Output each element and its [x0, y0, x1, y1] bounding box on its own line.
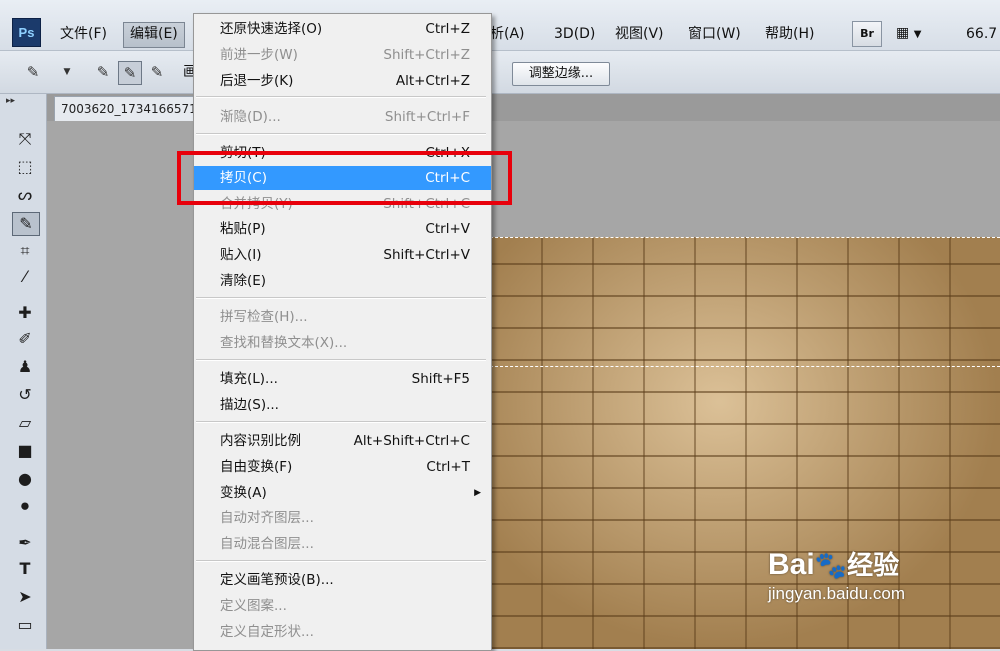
- menu-item-auto-align-layers[interactable]: 自动对齐图层...: [194, 506, 491, 530]
- document-tab[interactable]: 7003620_17341665714: [54, 96, 202, 121]
- eyedropper-tool-icon[interactable]: ⁄: [12, 266, 38, 288]
- menu-item-fill[interactable]: 填充(L)... Shift+F5: [194, 367, 491, 391]
- menu-separator: [196, 297, 486, 299]
- edit-menu-dropdown: 还原快速选择(O) Ctrl+Z 前进一步(W) Shift+Ctrl+Z 后退一步…: [193, 13, 492, 651]
- zoom-level[interactable]: 66.7: [966, 22, 997, 46]
- paw-icon: 🐾: [814, 550, 848, 580]
- submenu-arrow-icon: ▶: [474, 488, 481, 498]
- marquee-tool-icon[interactable]: ⬚: [12, 156, 38, 178]
- menu-separator: [196, 133, 486, 135]
- selection-marquee-top: [490, 237, 1000, 238]
- screen-mode-icon: ▦: [896, 25, 910, 41]
- baidu-url: jingyan.baidu.com: [768, 584, 906, 603]
- menu-item-paste[interactable]: 粘贴(P) Ctrl+V: [194, 217, 491, 241]
- dodge-tool-icon[interactable]: ⚫: [12, 496, 38, 518]
- menu-item-fade[interactable]: 渐隐(D)... Shift+Ctrl+F: [194, 105, 491, 129]
- menu-separator: [196, 560, 486, 562]
- menu-separator: [196, 359, 486, 361]
- photoshop-logo[interactable]: Ps: [12, 18, 41, 47]
- menu-item-undo[interactable]: 还原快速选择(O) Ctrl+Z: [194, 17, 491, 41]
- screen-mode-button[interactable]: ▦ ▼: [896, 22, 940, 44]
- menu-item-step-forward[interactable]: 前进一步(W) Shift+Ctrl+Z: [194, 43, 491, 67]
- menu-item-find-replace[interactable]: 查找和替换文本(X)...: [194, 331, 491, 355]
- clone-stamp-tool-icon[interactable]: ♟: [12, 356, 38, 378]
- menu-item-auto-blend-layers[interactable]: 自动混合图层...: [194, 532, 491, 556]
- bridge-button[interactable]: Br: [852, 21, 882, 47]
- gradient-tool-icon[interactable]: ■: [12, 440, 38, 462]
- menu-view[interactable]: 视图(V): [609, 22, 670, 46]
- menu-item-free-transform[interactable]: 自由变换(F) Ctrl+T: [194, 455, 491, 479]
- collapse-panel-icon[interactable]: ▸▸: [6, 96, 15, 106]
- menu-help[interactable]: 帮助(H): [759, 22, 820, 46]
- path-selection-tool-icon[interactable]: ➤: [12, 586, 38, 608]
- baidu-watermark: Bai🐾经验 jingyan.baidu.com: [768, 545, 988, 604]
- menu-file[interactable]: 文件(F): [54, 22, 113, 46]
- baidu-logo: Bai: [768, 548, 815, 581]
- annotation-highlight-box: [177, 151, 512, 205]
- menu-window[interactable]: 窗口(W): [682, 22, 747, 46]
- type-tool-icon[interactable]: T: [12, 558, 38, 580]
- menu-item-clear[interactable]: 清除(E): [194, 269, 491, 293]
- healing-brush-tool-icon[interactable]: ✚: [12, 302, 38, 324]
- menu-separator: [196, 421, 486, 423]
- quick-select-preset-icon[interactable]: ✎: [22, 61, 44, 83]
- shape-tool-icon[interactable]: ▭: [12, 614, 38, 636]
- menu-edit[interactable]: 编辑(E): [123, 22, 185, 48]
- baidu-brand: 经验: [847, 550, 900, 580]
- add-to-selection-icon[interactable]: ✎: [118, 61, 142, 85]
- new-selection-icon[interactable]: ✎: [92, 61, 114, 83]
- menu-item-spell-check[interactable]: 拼写检查(H)...: [194, 305, 491, 329]
- quick-select-tool-icon[interactable]: ✎: [12, 212, 40, 236]
- menu-item-stroke[interactable]: 描边(S)...: [194, 393, 491, 417]
- menu-item-define-custom-shape[interactable]: 定义自定形状...: [194, 620, 491, 644]
- history-brush-tool-icon[interactable]: ↺: [12, 384, 38, 406]
- refine-edge-button[interactable]: 调整边缘...: [512, 62, 610, 86]
- menu-item-paste-into[interactable]: 贴入(I) Shift+Ctrl+V: [194, 243, 491, 267]
- brush-tool-icon[interactable]: ✐: [12, 328, 38, 350]
- selection-marquee-edge: [490, 366, 1000, 367]
- crop-tool-icon[interactable]: ⌗: [12, 240, 38, 262]
- move-tool-icon[interactable]: ⤧: [12, 128, 38, 150]
- menu-3d[interactable]: 3D(D): [548, 22, 601, 46]
- menu-item-step-backward[interactable]: 后退一步(K) Alt+Ctrl+Z: [194, 69, 491, 93]
- menu-separator: [196, 96, 486, 98]
- pen-tool-icon[interactable]: ✒: [12, 532, 38, 554]
- lasso-tool-icon[interactable]: ᔕ: [12, 184, 38, 206]
- menu-item-define-pattern[interactable]: 定义图案...: [194, 594, 491, 618]
- preset-dropdown-icon[interactable]: ▼: [56, 61, 78, 83]
- menu-item-content-aware-scale[interactable]: 内容识别比例 Alt+Shift+Ctrl+C: [194, 429, 491, 453]
- blur-tool-icon[interactable]: ●: [12, 468, 38, 490]
- menu-item-transform[interactable]: 变换(A) ▶: [194, 481, 491, 505]
- chevron-down-icon: ▼: [913, 29, 922, 40]
- menu-item-define-brush[interactable]: 定义画笔预设(B)...: [194, 568, 491, 592]
- subtract-selection-icon[interactable]: ✎: [146, 61, 168, 83]
- eraser-tool-icon[interactable]: ▱: [12, 412, 38, 434]
